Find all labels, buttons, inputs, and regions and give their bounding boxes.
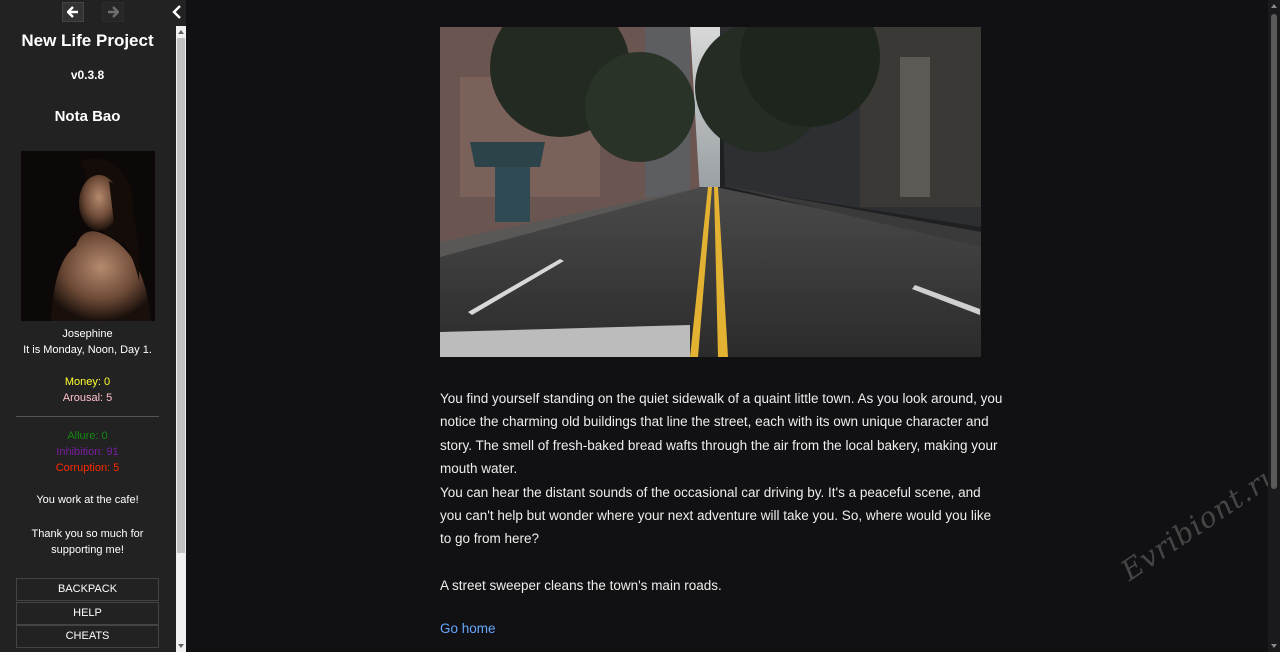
story-title: New Life Project [21,31,154,50]
cheats-button[interactable]: CHEATS [16,625,159,648]
time-text: It is Monday, Noon, Day 1. [23,344,152,356]
player-name: Nota Bao [54,108,121,125]
forward-arrow-icon[interactable] [102,2,124,22]
money-stat: Money: 0 [64,376,111,388]
sidebar-divider [16,416,159,417]
inhibition-stat: Inhibition: 91 [56,446,119,458]
go-home-link[interactable]: Go home [440,621,496,636]
page-scroll-up-icon[interactable] [1271,4,1277,8]
passage-paragraph-2: You can hear the distant sounds of the o… [440,484,992,547]
page-scroll-thumb[interactable] [1271,14,1277,489]
portrait-caption: Josephine [62,328,113,340]
version-label: v0.3.8 [70,68,105,82]
sidebar-scrollbar[interactable] [176,26,186,652]
allure-stat: Allure: 0 [67,430,108,442]
back-arrow-icon[interactable] [62,2,84,22]
arousal-stat: Arousal: 5 [62,392,113,404]
sidebar: New Life Project v0.3.8 Nota Bao Josephi… [0,0,186,652]
page-scrollbar[interactable] [1268,0,1280,652]
sidebar-content: New Life Project v0.3.8 Nota Bao Josephi… [0,26,175,652]
scroll-down-icon[interactable] [178,644,184,648]
thanks-text: Thank you so much for supporting me! [31,528,144,556]
passage-paragraph-3: A street sweeper cleans the town's main … [440,578,722,594]
job-text: You work at the cafe! [36,494,139,506]
character-portrait [21,151,155,321]
help-button[interactable]: HELP [16,602,159,625]
passage: You find yourself standing on the quiet … [440,387,1005,598]
corruption-stat: Corruption: 5 [55,462,120,474]
sidebar-scroll-thumb[interactable] [177,38,185,553]
backpack-button[interactable]: BACKPACK [16,578,159,601]
scroll-up-icon[interactable] [178,30,184,34]
collapse-sidebar-icon[interactable] [166,2,188,22]
street-scene-image [440,0,981,357]
passage-paragraph-1: You find yourself standing on the quiet … [440,391,1003,477]
watermark: Evribiont.ru [1115,457,1280,588]
page-scroll-down-icon[interactable] [1271,644,1277,648]
